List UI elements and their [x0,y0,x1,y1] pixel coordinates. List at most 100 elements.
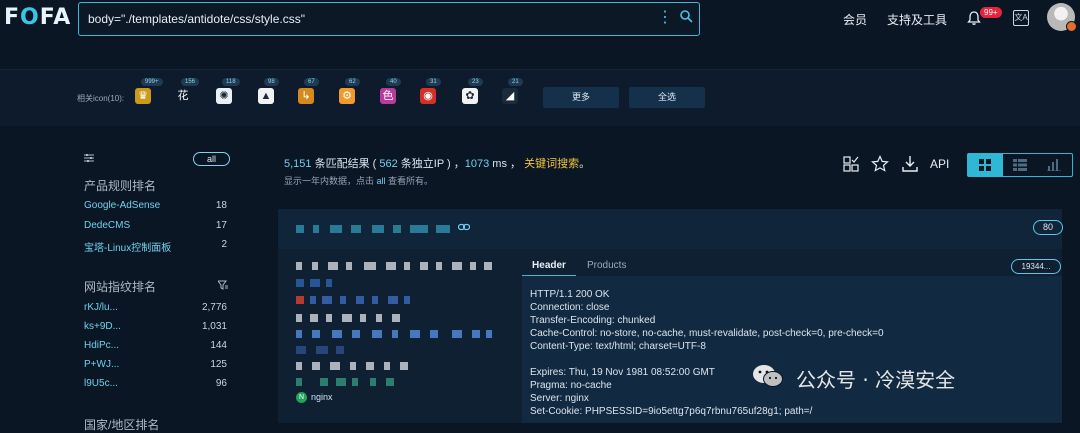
filter-settings-icon[interactable] [84,153,94,163]
redacted-block [328,262,338,270]
grid-icon [979,159,991,171]
list-view-icon[interactable] [1013,159,1027,171]
icon-count-badge: 999+ [141,78,163,86]
related-icon-3[interactable]: ✺ 118 [214,78,240,106]
redacted-block [486,330,492,338]
select-all-button[interactable]: 全选 [629,87,705,108]
redacted-block [296,346,306,354]
redacted-block [410,225,428,233]
all-filter-button[interactable]: all [193,152,230,166]
redacted-block [452,330,462,338]
fofa-logo[interactable]: FOFA [4,5,71,30]
icon-count-badge: 40 [386,78,401,86]
redacted-block [420,262,428,270]
redacted-block [388,296,398,304]
star-icon[interactable] [871,155,889,173]
download-icon[interactable] [901,155,919,173]
redacted-block [340,296,346,304]
redacted-block [332,330,342,338]
user-avatar[interactable] [1047,3,1077,32]
redacted-block [296,225,304,233]
result-summary: 5,151 条匹配结果 ( 562 条独立IP ) ，1073 ms ， 关键词… [284,158,591,170]
redacted-block [322,296,332,304]
more-icons-button[interactable]: 更多 [543,87,619,108]
redacted-block [356,296,364,304]
chart-view-icon[interactable] [1047,159,1061,171]
header-line: Cache-Control: no-store, no-cache, must-… [530,328,884,339]
translate-icon[interactable]: 文A [1013,10,1029,26]
related-icon-9[interactable]: ✿ 23 [460,78,483,106]
redacted-block [436,262,442,270]
nginx-icon: N [296,392,307,404]
icon-count-badge: 23 [468,78,483,86]
related-icon-1[interactable]: ♛ 999+ [133,78,163,106]
site-favicon-icon: 花 [175,88,191,104]
site-favicon-icon: ✿ [462,88,478,104]
redacted-block [370,378,376,386]
redacted-block [296,262,302,270]
keyword-search-link[interactable]: 关键词搜索 [524,158,579,170]
support-tools-link[interactable]: 支持及工具 [887,11,947,28]
search-box[interactable]: body="./templates/antidote/css/style.css… [78,2,700,36]
related-icon-7[interactable]: 色 40 [378,78,401,106]
redacted-block [384,362,390,370]
watermark: 公众号 · 冷漠安全 [752,361,1052,395]
redacted-block [392,314,400,322]
redacted-block [296,279,304,287]
related-icon-6[interactable]: ⚙ 62 [337,78,360,106]
header-line: Server: nginx [530,393,589,404]
watermark-text: 公众号 · 冷漠安全 [796,368,956,392]
related-icon-4[interactable]: ▲ 98 [256,78,279,106]
redacted-block [312,330,320,338]
redacted-block [326,279,332,287]
region-heading: 国家/地区排名 [84,418,160,432]
redacted-block [352,330,360,338]
redacted-block [372,225,384,233]
copy-check-icon[interactable] [842,155,860,173]
redacted-block [342,314,352,322]
grid-view-button[interactable] [968,154,1003,176]
member-link[interactable]: 会员 [843,11,867,28]
redacted-block [330,362,340,370]
redacted-block [296,378,302,386]
redacted-block [404,262,410,270]
site-favicon-icon: ♛ [135,88,151,104]
redacted-block [320,378,328,386]
related-icon-8[interactable]: ◉ 31 [418,78,441,106]
product-rule-heading: 产品规则排名 [84,179,157,193]
redacted-block [346,262,352,270]
redacted-block [350,362,356,370]
icon-count-badge: 62 [345,78,360,86]
redacted-block [310,314,318,322]
notification-badge: 99+ [980,7,1002,18]
related-icon-10[interactable]: ◢ 21 [500,78,523,106]
redacted-block [296,314,302,322]
api-link[interactable]: API [930,157,949,171]
link-icon[interactable] [458,223,470,231]
redacted-block [296,362,302,370]
view-all-link[interactable]: all [377,176,386,186]
header-line: Set-Cookie: PHPSESSID=9io5ettg7p6q7rbnu7… [530,406,813,417]
result-id-pill[interactable]: 19344... [1011,259,1061,274]
tab-header[interactable]: Header [522,260,576,277]
tab-products[interactable]: Products [587,260,626,271]
http-header-panel: HTTP/1.1 200 OK Connection: close Transf… [522,276,1062,423]
server-tag[interactable]: Nnginx [296,392,333,405]
redacted-block [430,330,438,338]
more-options-icon[interactable]: ⋮ [657,10,673,26]
redacted-block [364,262,376,270]
related-icon-2[interactable]: 花 156 [173,78,200,106]
search-input[interactable]: body="./templates/antidote/css/style.css… [88,12,305,26]
redacted-block [326,314,332,322]
icon-count-badge: 156 [181,78,200,86]
redacted-block [310,296,316,304]
scan-search-icon[interactable] [679,9,693,23]
header-line: HTTP/1.1 200 OK [530,289,610,300]
port-badge[interactable]: 80 [1033,220,1063,235]
sort-funnel-icon[interactable] [218,280,228,290]
related-icon-5[interactable]: ↳ 67 [296,78,319,106]
site-favicon-icon: ✺ [216,88,232,104]
redacted-block [400,362,408,370]
redacted-block [436,225,450,233]
redacted-block [316,346,328,354]
